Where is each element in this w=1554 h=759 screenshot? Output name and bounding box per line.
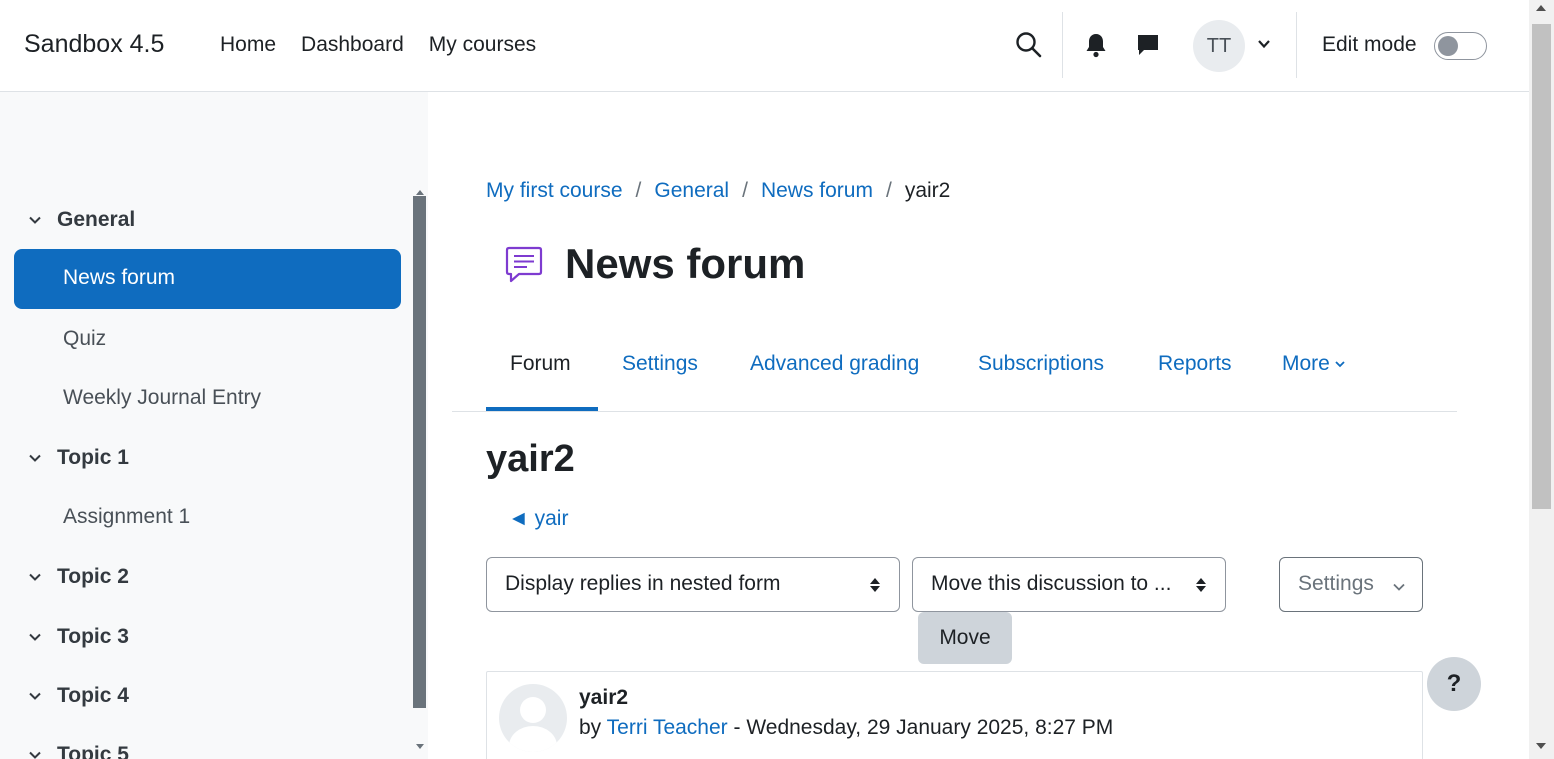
chevron-down-icon[interactable] [26, 449, 44, 467]
edit-mode-label: Edit mode [1322, 33, 1417, 56]
tab-advanced-grading[interactable]: Advanced grading [750, 352, 919, 376]
course-index-drawer: General News forum Quiz Weekly Journal E… [0, 92, 428, 759]
course-index-item-assignment-1[interactable]: Assignment 1 [63, 505, 190, 529]
breadcrumb-forum[interactable]: News forum [761, 179, 873, 203]
messages-icon[interactable] [1135, 32, 1161, 58]
display-mode-select[interactable]: Display replies in nested form [486, 557, 900, 612]
chevron-down-icon[interactable] [26, 687, 44, 705]
course-section-topic-2[interactable]: Topic 2 [26, 562, 129, 592]
drawer-scrollbar[interactable] [413, 190, 426, 750]
byline-prefix: by [579, 716, 602, 739]
section-title[interactable]: Topic 4 [57, 684, 129, 708]
navbar-divider [1296, 12, 1297, 78]
section-title[interactable]: Topic 5 [57, 743, 129, 759]
tab-more[interactable]: More [1282, 352, 1346, 376]
chevron-down-icon[interactable] [26, 211, 44, 229]
post-subject: yair2 [579, 686, 629, 709]
nav-dashboard-link[interactable]: Dashboard [301, 33, 404, 57]
course-section-topic-4[interactable]: Topic 4 [26, 681, 129, 711]
breadcrumb-course[interactable]: My first course [486, 179, 623, 203]
user-menu-chevron-down-icon[interactable] [1256, 36, 1272, 52]
section-title[interactable]: General [57, 208, 135, 232]
post-author-link[interactable]: Terri Teacher [607, 716, 728, 739]
course-index-item-news-forum[interactable]: News forum [14, 249, 401, 309]
display-mode-value: Display replies in nested form [505, 572, 781, 595]
chevron-down-icon[interactable] [26, 746, 44, 759]
site-brand[interactable]: Sandbox 4.5 [24, 30, 164, 59]
search-icon[interactable] [1014, 30, 1044, 60]
primary-navigation: Home Dashboard My courses [220, 33, 536, 57]
chevron-down-icon[interactable] [26, 628, 44, 646]
move-discussion-value: Move this discussion to ... [931, 572, 1172, 595]
section-title[interactable]: Topic 1 [57, 446, 129, 470]
course-section-topic-3[interactable]: Topic 3 [26, 622, 129, 652]
breadcrumb: My first course / General / News forum /… [486, 179, 950, 203]
course-index-item-quiz[interactable]: Quiz [63, 327, 106, 351]
settings-button-label: Settings [1298, 572, 1374, 595]
discussion-settings-button[interactable]: Settings [1279, 557, 1423, 612]
help-button[interactable]: ? [1427, 657, 1481, 711]
edit-mode-toggle[interactable] [1434, 32, 1487, 60]
tab-reports[interactable]: Reports [1158, 352, 1232, 376]
page-title: News forum [565, 240, 806, 287]
tab-subscriptions[interactable]: Subscriptions [978, 352, 1104, 376]
course-section-general[interactable]: General [26, 205, 135, 235]
user-avatar[interactable]: TT [1193, 20, 1245, 72]
discussion-title: yair2 [486, 438, 575, 480]
course-section-topic-1[interactable]: Topic 1 [26, 443, 129, 473]
section-title[interactable]: Topic 2 [57, 565, 129, 589]
breadcrumb-current: yair2 [904, 179, 951, 202]
scroll-up-arrow-icon[interactable] [1536, 5, 1546, 11]
chevron-down-icon [1393, 583, 1405, 591]
nav-home-link[interactable]: Home [220, 33, 276, 57]
page-scrollbar[interactable] [1529, 0, 1554, 759]
scroll-down-arrow-icon[interactable] [416, 744, 424, 749]
breadcrumb-separator: / [742, 179, 748, 202]
post-byline: by Terri Teacher - Wednesday, 29 January… [579, 716, 1113, 740]
previous-discussion-link[interactable]: ◄ yair [508, 507, 568, 531]
drawer-scrollbar-thumb[interactable] [413, 196, 426, 708]
default-user-icon [509, 697, 557, 752]
tab-forum[interactable]: Forum [510, 352, 571, 376]
course-section-topic-5[interactable]: Topic 5 [26, 740, 129, 759]
section-title[interactable]: Topic 3 [57, 625, 129, 649]
scroll-up-arrow-icon[interactable] [416, 190, 424, 195]
breadcrumb-separator: / [885, 179, 892, 202]
breadcrumb-section[interactable]: General [654, 179, 729, 203]
activity-label[interactable]: News forum [63, 266, 175, 290]
tab-settings[interactable]: Settings [622, 352, 698, 376]
breadcrumb-separator: / [635, 179, 642, 202]
course-index-item-weekly-journal[interactable]: Weekly Journal Entry [63, 386, 261, 410]
author-avatar[interactable] [499, 684, 567, 752]
chevron-down-icon[interactable] [1334, 358, 1346, 370]
top-navbar: Sandbox 4.5 Home Dashboard My courses TT… [0, 0, 1529, 92]
notifications-bell-icon[interactable] [1084, 32, 1108, 58]
page-scrollbar-thumb[interactable] [1532, 24, 1551, 509]
move-button[interactable]: Move [918, 612, 1012, 664]
select-updown-icon [1196, 578, 1206, 592]
nav-my-courses-link[interactable]: My courses [429, 33, 536, 57]
chevron-down-icon[interactable] [26, 568, 44, 586]
select-updown-icon [870, 578, 880, 592]
secondary-navigation-tabs: Forum Settings Advanced grading Subscrip… [452, 318, 1457, 412]
scroll-down-arrow-icon[interactable] [1536, 743, 1546, 749]
navbar-divider [1062, 12, 1063, 78]
active-tab-indicator [486, 407, 598, 411]
forum-post: yair2 by Terri Teacher - Wednesday, 29 J… [486, 671, 1423, 759]
forum-icon [505, 246, 543, 283]
tab-more-label[interactable]: More [1282, 352, 1330, 375]
post-date: - Wednesday, 29 January 2025, 8:27 PM [733, 716, 1114, 739]
move-discussion-select[interactable]: Move this discussion to ... [912, 557, 1226, 612]
